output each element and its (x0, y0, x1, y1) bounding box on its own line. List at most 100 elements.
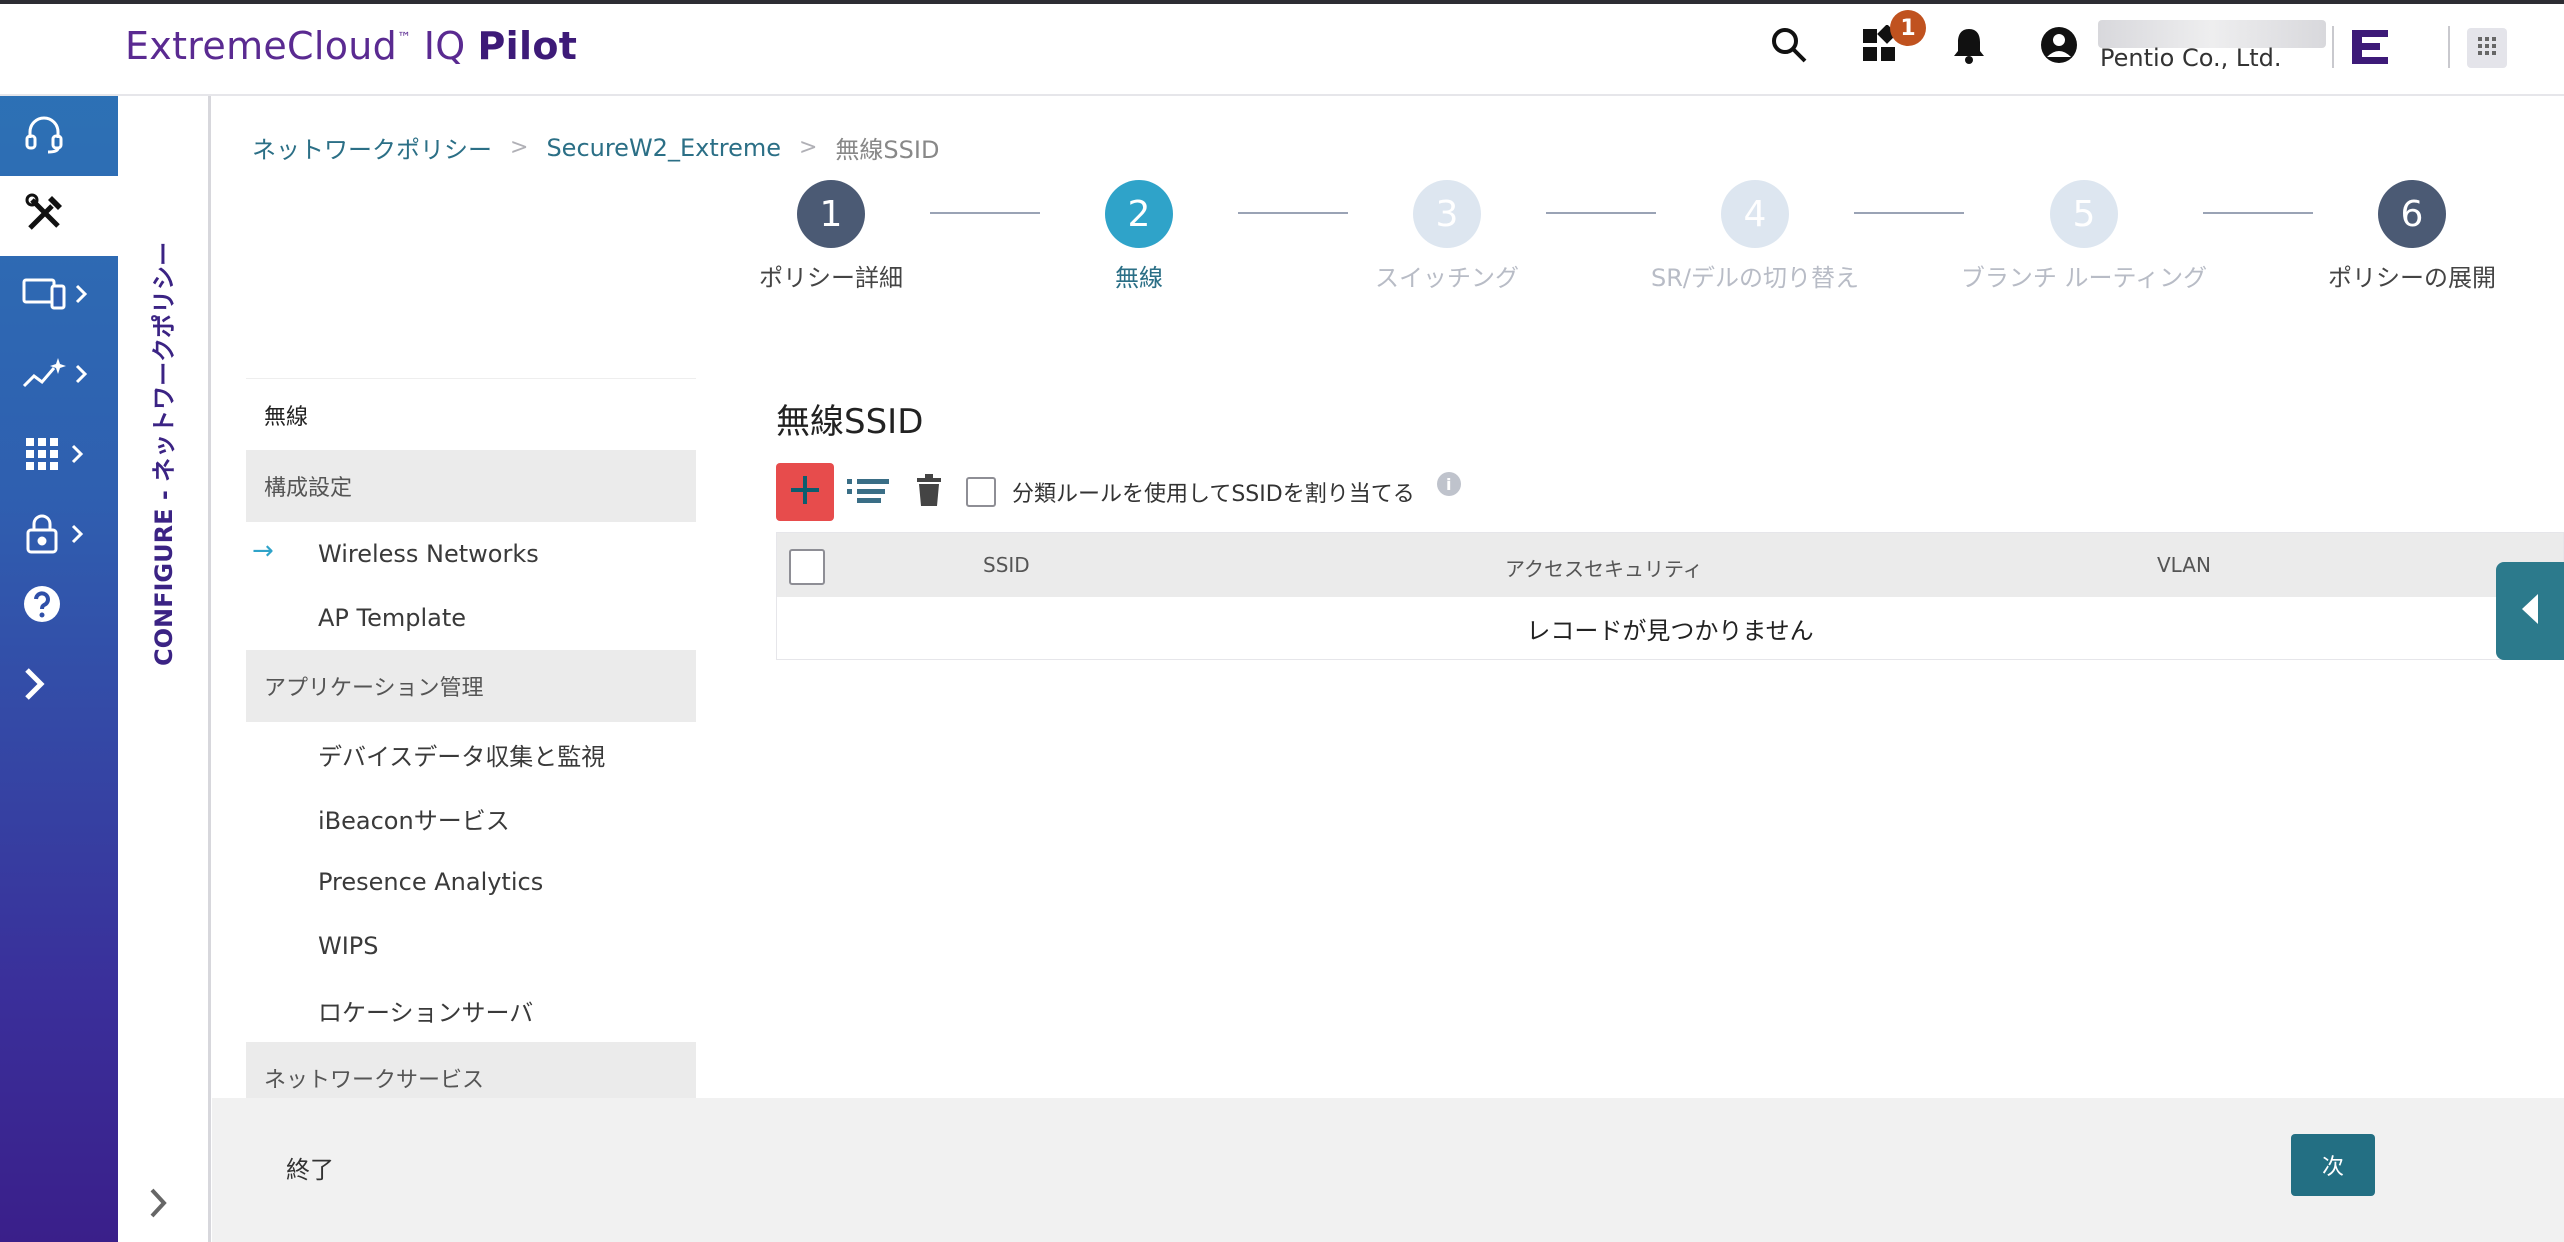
step-3-label: スイッチング (1375, 264, 1519, 292)
section-side-strip: CONFIGURE - ネットワークポリシー (118, 96, 211, 1242)
subnav-group-app-management: アプリケーション管理 (246, 650, 696, 722)
breadcrumb-separator: > (510, 135, 529, 160)
step-5-label: ブランチ ルーティング (1960, 264, 2208, 292)
step-connector (2203, 212, 2313, 214)
help-icon (22, 584, 62, 628)
brand-title: ExtremeCloud™ IQ Pilot (125, 24, 578, 68)
headset-icon (22, 112, 66, 160)
table-header: SSID アクセスセキュリティ VLAN (777, 533, 2563, 597)
list-order-icon (847, 475, 891, 509)
breadcrumb: ネットワークポリシー > SecureW2_Extreme > 無線SSID (252, 130, 939, 165)
step-connector (1546, 212, 1656, 214)
classify-rule-label: 分類ルールを使用してSSIDを割り当てる (1012, 482, 1415, 507)
header-divider (2332, 26, 2334, 68)
subnav-item-label: Presence Analytics (318, 868, 544, 896)
step-1-circle[interactable]: 1 (797, 180, 865, 248)
breadcrumb-current: 無線SSID (835, 136, 940, 164)
plus-icon (788, 473, 822, 511)
step-4-circle[interactable]: 4 (1721, 180, 1789, 248)
page-title: 無線SSID (776, 402, 924, 442)
next-button[interactable]: 次 (2291, 1134, 2375, 1196)
nav-devices[interactable] (0, 256, 118, 336)
delete-button[interactable] (904, 467, 954, 517)
trash-icon (916, 474, 942, 510)
breadcrumb-separator: > (798, 135, 818, 160)
extreme-logo-icon (2350, 28, 2390, 70)
grid-icon (2477, 36, 2497, 60)
chevron-right-icon (70, 523, 84, 549)
finish-button[interactable]: 終了 (286, 1150, 334, 1185)
subnav-group-config: 構成設定 (246, 450, 696, 522)
subnav-item-label: ロケーションサーバ (318, 998, 534, 1027)
nav-apps[interactable] (0, 416, 118, 496)
subnav-item-wips[interactable]: WIPS (246, 914, 696, 978)
step-2-label: 無線 (1115, 264, 1163, 292)
subnav-item-device-data[interactable]: デバイスデータ収集と監視 (246, 722, 696, 786)
arrow-right-icon: → (252, 536, 274, 566)
notification-badge: 1 (1890, 10, 1926, 46)
left-navigation (0, 0, 118, 1242)
search-icon (1769, 25, 1809, 69)
wizard-footer: 終了 次 (212, 1098, 2564, 1242)
step-3-circle[interactable]: 3 (1413, 180, 1481, 248)
alerts-button[interactable] (1944, 22, 1994, 72)
step-6-circle[interactable]: 6 (2378, 180, 2446, 248)
step-connector (930, 212, 1040, 214)
ssid-toolbar: 分類ルールを使用してSSIDを割り当てる i (776, 463, 1461, 521)
breadcrumb-policy-name[interactable]: SecureW2_Extreme (546, 134, 781, 162)
bell-icon (1950, 25, 1988, 69)
subnav-item-ap-template[interactable]: AP Template (246, 586, 696, 650)
subnav-item-label: Wireless Networks (318, 540, 539, 568)
classify-rule-checkbox[interactable] (966, 477, 996, 507)
chevron-right-icon (148, 1188, 168, 1224)
step-2-circle[interactable]: 2 (1105, 180, 1173, 248)
breadcrumb-network-policy[interactable]: ネットワークポリシー (252, 130, 492, 165)
caret-left-icon (2520, 592, 2540, 630)
user-circle-icon (2039, 25, 2079, 69)
add-ssid-button[interactable] (776, 463, 834, 521)
chevron-right-icon (70, 443, 84, 469)
nav-help[interactable] (0, 566, 118, 646)
nav-security[interactable] (0, 496, 118, 576)
step-connector (1238, 212, 1348, 214)
expand-panel-button[interactable] (148, 1186, 168, 1224)
subnav-item-location-server[interactable]: ロケーションサーバ (246, 978, 696, 1042)
subnav-item-label: デバイスデータ収集と監視 (318, 742, 606, 771)
reorder-button[interactable] (844, 467, 894, 517)
nav-support[interactable] (0, 96, 118, 176)
devices-icon (22, 276, 66, 316)
subnav-item-ibeacon[interactable]: iBeaconサービス (246, 786, 696, 850)
nav-configure[interactable] (0, 176, 118, 256)
nav-expand[interactable] (0, 646, 118, 726)
search-button[interactable] (1764, 22, 1814, 72)
subnav-item-label: WIPS (318, 932, 379, 960)
chevron-right-icon (22, 666, 48, 706)
lock-icon (22, 512, 62, 560)
app-switcher-button[interactable] (2467, 28, 2507, 68)
header-divider (2448, 26, 2450, 68)
select-all-checkbox[interactable] (789, 549, 825, 585)
subnav-item-label: iBeaconサービス (318, 806, 510, 835)
subnav-title: 無線 (246, 378, 696, 450)
info-icon[interactable]: i (1436, 472, 1461, 496)
subnav-item-presence[interactable]: Presence Analytics (246, 850, 696, 914)
apps-grid-icon (22, 434, 62, 478)
company-name: Pentio Co., Ltd. (2100, 44, 2282, 72)
column-vlan[interactable]: VLAN (2157, 553, 2211, 577)
step-connector (1854, 212, 1964, 214)
subnav-item-wireless-networks[interactable]: → Wireless Networks (246, 522, 696, 586)
nav-analytics[interactable] (0, 336, 118, 416)
ssid-table: SSID アクセスセキュリティ VLAN レコードが見つかりません (776, 532, 2564, 660)
subnav-group-network-services: ネットワークサービス (246, 1042, 696, 1098)
configure-section-label: CONFIGURE - ネットワークポリシー (150, 241, 178, 666)
side-panel-toggle[interactable] (2496, 562, 2564, 660)
account-button[interactable] (2034, 22, 2084, 72)
column-access-security[interactable]: アクセスセキュリティ (1505, 553, 1703, 582)
column-ssid[interactable]: SSID (983, 553, 1030, 577)
sparkle-chart-icon (22, 356, 66, 396)
subnav-item-label: AP Template (318, 604, 467, 632)
chevron-right-icon (74, 363, 88, 389)
step-5-circle[interactable]: 5 (2050, 180, 2118, 248)
tools-icon (22, 192, 66, 240)
step-6-label: ポリシーの展開 (2328, 264, 2496, 292)
